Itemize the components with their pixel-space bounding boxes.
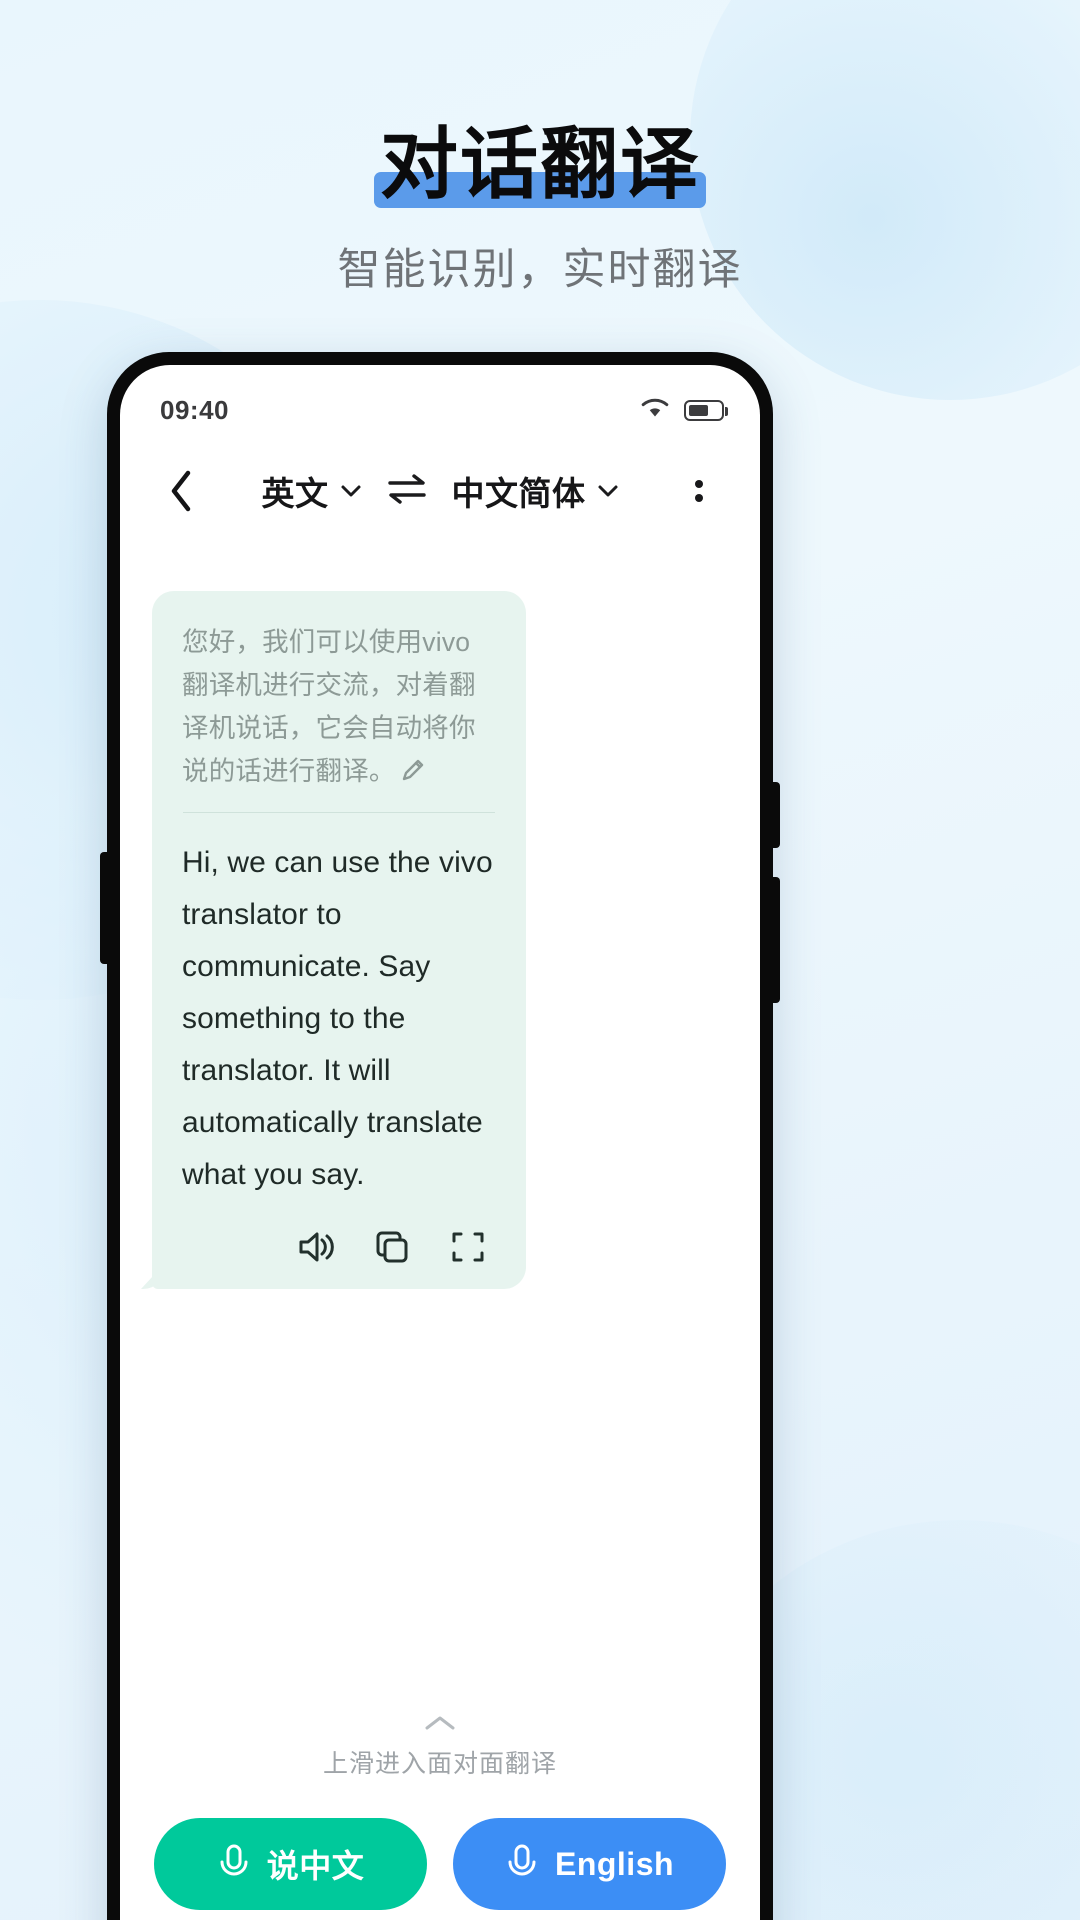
conversation-area: 您好，我们可以使用vivo翻译机进行交流，对着翻译机说话，它会自动将你说的话进行… — [120, 545, 760, 1605]
microphone-icon — [220, 1844, 248, 1876]
swap-arrows-icon — [387, 473, 426, 504]
battery-icon — [684, 399, 728, 421]
wifi-icon — [639, 396, 671, 425]
pencil-icon[interactable] — [400, 753, 426, 796]
status-icons — [639, 396, 728, 425]
phone-mockup: 09:40 英文 中文简体 您好，我们可以使用vivo翻译机进行交流，对着翻译机… — [100, 352, 780, 1920]
back-button[interactable] — [154, 464, 208, 518]
message-bubble[interactable]: 您好，我们可以使用vivo翻译机进行交流，对着翻译机说话，它会自动将你说的话进行… — [152, 591, 526, 1289]
battery-fill — [688, 404, 708, 416]
phone-side-button-left — [100, 852, 108, 964]
swipe-hint[interactable]: 上滑进入面对面翻译 — [120, 1714, 760, 1780]
message-source-text: 您好，我们可以使用vivo翻译机进行交流，对着翻译机说话，它会自动将你说的话进行… — [182, 621, 496, 796]
status-bar: 09:40 — [120, 365, 760, 437]
source-text-value: 您好，我们可以使用vivo翻译机进行交流，对着翻译机说话，它会自动将你说的话进行… — [182, 627, 476, 786]
chevron-up-icon — [425, 1716, 455, 1730]
status-time: 09:40 — [160, 394, 229, 425]
promo-subtitle: 智能识别，实时翻译 — [337, 246, 743, 294]
more-vertical-icon-dot — [695, 494, 703, 502]
language-selector-row: 英文 中文简体 — [208, 467, 672, 515]
source-language-label: 英文 — [261, 475, 329, 512]
source-language-selector[interactable]: 英文 — [262, 467, 362, 515]
chevron-down-icon — [598, 485, 617, 497]
chevron-left-icon — [171, 470, 191, 512]
target-language-label: 中文简体 — [451, 475, 586, 512]
phone-power-button — [772, 877, 780, 1003]
chevron-down-icon — [341, 485, 360, 497]
copy-icon[interactable] — [372, 1227, 412, 1267]
more-options-button[interactable] — [672, 464, 726, 518]
speak-english-button[interactable]: English — [453, 1818, 726, 1910]
target-language-selector[interactable]: 中文简体 — [452, 467, 619, 515]
promo-headline: 对话翻译 — [373, 118, 706, 210]
bottom-bar: 上滑进入面对面翻译 说中文 English — [120, 1714, 760, 1920]
swap-languages-button[interactable] — [384, 472, 430, 511]
swipe-hint-label: 上滑进入面对面翻译 — [322, 1750, 557, 1778]
fullscreen-icon[interactable] — [448, 1227, 488, 1267]
bubble-divider — [183, 812, 495, 813]
phone-screen: 09:40 英文 中文简体 您好，我们可以使用vivo翻译机进行交流，对着翻译机… — [120, 365, 760, 1920]
phone-volume-button — [772, 782, 780, 848]
more-vertical-icon-dot — [695, 480, 703, 488]
message-translated-text: Hi, we can use the vivo translator to co… — [182, 846, 493, 1191]
speak-chinese-label: 说中文 — [266, 1848, 365, 1884]
promo-headline-wrap: 对话翻译 — [0, 118, 1080, 210]
microphone-icon — [508, 1844, 536, 1876]
mic-button-row: 说中文 English — [120, 1818, 760, 1910]
speak-english-label: English — [554, 1845, 675, 1882]
speak-chinese-button[interactable]: 说中文 — [154, 1818, 427, 1910]
speaker-icon[interactable] — [296, 1227, 336, 1267]
app-navbar: 英文 中文简体 — [120, 437, 760, 545]
bubble-action-row — [182, 1227, 496, 1267]
page-title: 对话翻译 — [379, 120, 700, 208]
promo-page: 对话翻译 智能识别，实时翻译 09:40 英文 中文简体 您好，我们可以使用vi… — [0, 0, 1080, 1920]
